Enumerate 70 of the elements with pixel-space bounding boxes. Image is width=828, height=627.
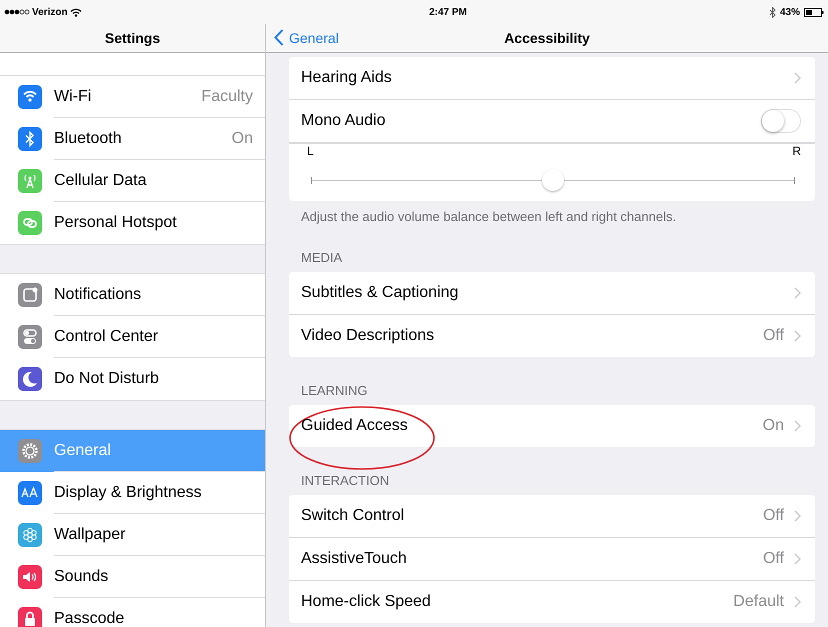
right-label: R bbox=[792, 144, 801, 158]
chevron-icon bbox=[794, 72, 801, 84]
chevron-icon bbox=[794, 287, 801, 299]
settings-row[interactable]: AssistiveTouch Off bbox=[289, 538, 815, 581]
sidebar-item[interactable]: Cellular Data bbox=[0, 160, 265, 202]
section-footer: Adjust the audio volume balance between left and right channels. bbox=[289, 201, 815, 224]
status-time: 2:47 PM bbox=[429, 6, 467, 18]
section-header: LEARNING bbox=[300, 383, 368, 400]
sidebar-item[interactable]: Passcode bbox=[0, 598, 265, 627]
row-label: Home-click Speed bbox=[301, 593, 431, 611]
sidebar-item[interactable]: Do Not Disturb bbox=[0, 358, 265, 400]
row-value: Default bbox=[733, 593, 784, 611]
sidebar-item[interactable]: Bluetooth On bbox=[0, 118, 265, 160]
settings-row[interactable]: Hearing Aids bbox=[289, 57, 815, 100]
left-label: L bbox=[307, 144, 314, 158]
row-label: Hearing Aids bbox=[301, 69, 392, 87]
chevron-icon bbox=[794, 330, 801, 342]
sidebar-item[interactable]: Control Center bbox=[0, 316, 265, 358]
item-label: Personal Hotspot bbox=[54, 214, 177, 232]
row-label: Subtitles & Captioning bbox=[301, 284, 458, 302]
toggle-switch[interactable] bbox=[761, 109, 801, 133]
item-label: Wallpaper bbox=[54, 526, 126, 544]
row-label: Guided Access bbox=[301, 417, 408, 435]
chevron-icon bbox=[794, 596, 801, 608]
item-label: Display & Brightness bbox=[54, 484, 202, 502]
signal-icon bbox=[4, 9, 30, 15]
settings-row[interactable]: Home-click Speed Default bbox=[289, 581, 815, 623]
item-label: Wi-Fi bbox=[54, 88, 92, 106]
battery-icon bbox=[804, 8, 824, 16]
chevron-icon bbox=[794, 510, 801, 522]
row-label: AssistiveTouch bbox=[301, 550, 407, 568]
item-label: Do Not Disturb bbox=[54, 370, 159, 388]
sidebar-item[interactable]: Wallpaper bbox=[0, 514, 265, 556]
item-label: Bluetooth bbox=[54, 130, 122, 148]
item-value: On bbox=[232, 130, 253, 148]
battery-percent: 43% bbox=[780, 6, 800, 18]
back-button[interactable]: General bbox=[274, 29, 339, 46]
row-label: Video Descriptions bbox=[301, 327, 434, 345]
back-chevron-icon bbox=[274, 29, 284, 46]
sidebar-item[interactable]: Notifications bbox=[0, 274, 265, 316]
item-label: Cellular Data bbox=[54, 172, 146, 190]
settings-row[interactable]: Subtitles & Captioning bbox=[289, 272, 815, 315]
section-header: MEDIA bbox=[300, 250, 344, 267]
row-label: Mono Audio bbox=[301, 112, 386, 130]
sidebar-item[interactable]: Sounds bbox=[0, 556, 265, 598]
item-label: Passcode bbox=[54, 610, 124, 627]
item-value: Faculty bbox=[201, 88, 253, 106]
settings-row[interactable]: Video Descriptions Off bbox=[289, 315, 815, 357]
row-value: Off bbox=[762, 507, 784, 525]
sidebar-item[interactable]: Personal Hotspot bbox=[0, 202, 265, 244]
bluetooth-icon bbox=[768, 6, 776, 18]
section-header: INTERACTION bbox=[300, 473, 390, 490]
item-label: Control Center bbox=[54, 328, 158, 346]
row-label: Switch Control bbox=[301, 507, 404, 525]
sidebar-item[interactable]: Display & Brightness bbox=[0, 472, 265, 514]
item-label: Notifications bbox=[54, 286, 142, 304]
page-title: Accessibility bbox=[504, 30, 590, 46]
sidebar-title: Settings bbox=[104, 30, 160, 46]
row-value: Off bbox=[762, 327, 784, 345]
sidebar-item[interactable]: Wi-Fi Faculty bbox=[0, 76, 265, 118]
chevron-icon bbox=[794, 420, 801, 432]
chevron-icon bbox=[794, 553, 801, 565]
row-value: On bbox=[762, 417, 784, 435]
row-value: Off bbox=[762, 550, 784, 568]
carrier-name: Verizon bbox=[32, 6, 68, 18]
settings-row[interactable]: Switch Control Off bbox=[289, 495, 815, 538]
wifi-icon bbox=[70, 8, 82, 16]
settings-row[interactable]: Guided Access On bbox=[289, 405, 815, 447]
item-label: Sounds bbox=[54, 568, 108, 586]
item-label: General bbox=[54, 442, 111, 460]
